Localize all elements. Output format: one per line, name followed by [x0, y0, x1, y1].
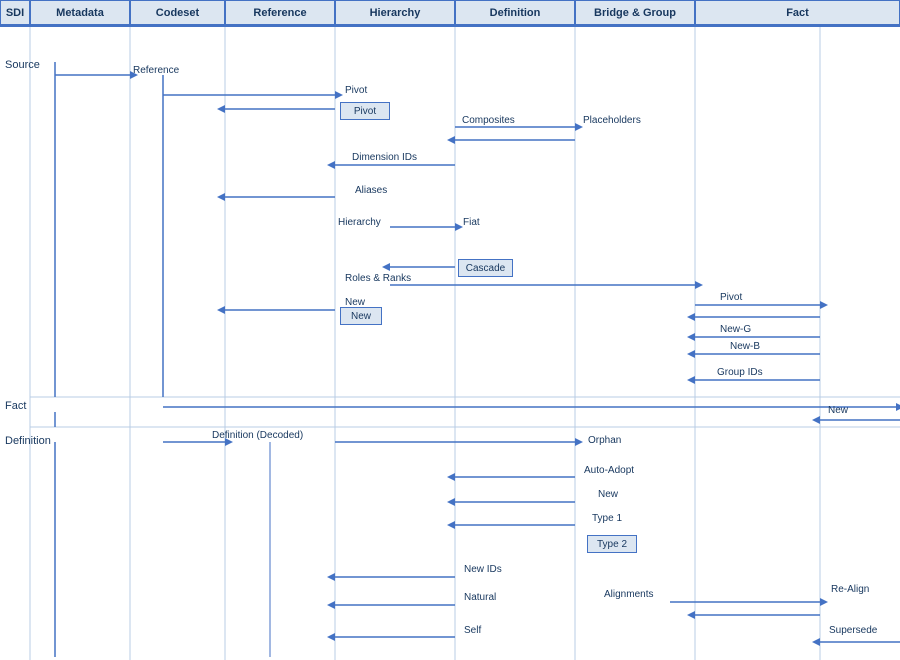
- re-align-label: Re-Align: [831, 584, 869, 595]
- orphan-label: Orphan: [588, 435, 621, 446]
- arrows-svg: [0, 27, 900, 660]
- new4-label: New: [598, 489, 618, 500]
- definition-label: Definition: [5, 435, 51, 447]
- dimension-ids-label: Dimension IDs: [352, 152, 417, 163]
- roles-ranks-label: Roles & Ranks: [345, 273, 411, 284]
- tab-codeset[interactable]: Codeset: [130, 0, 225, 25]
- auto-adopt-label: Auto-Adopt: [584, 465, 634, 476]
- source-label: Source: [5, 59, 40, 71]
- pivot-box: Pivot: [340, 102, 390, 120]
- tab-reference[interactable]: Reference: [225, 0, 335, 25]
- diagram-area: Source Fact Definition Reference Pivot C…: [0, 27, 900, 660]
- tab-fact[interactable]: Fact: [695, 0, 900, 25]
- supersede-label: Supersede: [829, 625, 877, 636]
- header-tabs: SDIMetadataCodesetReferenceHierarchyDefi…: [0, 0, 900, 27]
- tab-bridge-group[interactable]: Bridge & Group: [575, 0, 695, 25]
- cascade-box: Cascade: [458, 259, 513, 277]
- alignments-label: Alignments: [604, 589, 653, 600]
- self-label: Self: [464, 625, 481, 636]
- reference-label: Reference: [133, 65, 179, 76]
- tab-metadata[interactable]: Metadata: [30, 0, 130, 25]
- placeholders-label: Placeholders: [583, 115, 641, 126]
- tab-hierarchy[interactable]: Hierarchy: [335, 0, 455, 25]
- pivot-label: Pivot: [345, 85, 367, 96]
- hierarchy-label: Hierarchy: [338, 217, 381, 228]
- pivot2-label: Pivot: [720, 292, 742, 303]
- tab-sdi[interactable]: SDI: [0, 0, 30, 25]
- new-hierarchy-box: New: [340, 307, 382, 325]
- natural-label: Natural: [464, 592, 496, 603]
- composites-label: Composites: [462, 115, 515, 126]
- definition-decoded-label: Definition (Decoded): [212, 430, 303, 441]
- type1-label: Type 1: [592, 513, 622, 524]
- new3-label: New: [828, 405, 848, 416]
- group-ids-label: Group IDs: [717, 367, 763, 378]
- fiat-label: Fiat: [463, 217, 480, 228]
- new-b-label: New-B: [730, 341, 760, 352]
- tab-definition[interactable]: Definition: [455, 0, 575, 25]
- type2-box: Type 2: [587, 535, 637, 553]
- aliases-label: Aliases: [355, 185, 387, 196]
- new-ids-label: New IDs: [464, 564, 502, 575]
- new-g-label: New-G: [720, 324, 751, 335]
- fact-label: Fact: [5, 400, 26, 412]
